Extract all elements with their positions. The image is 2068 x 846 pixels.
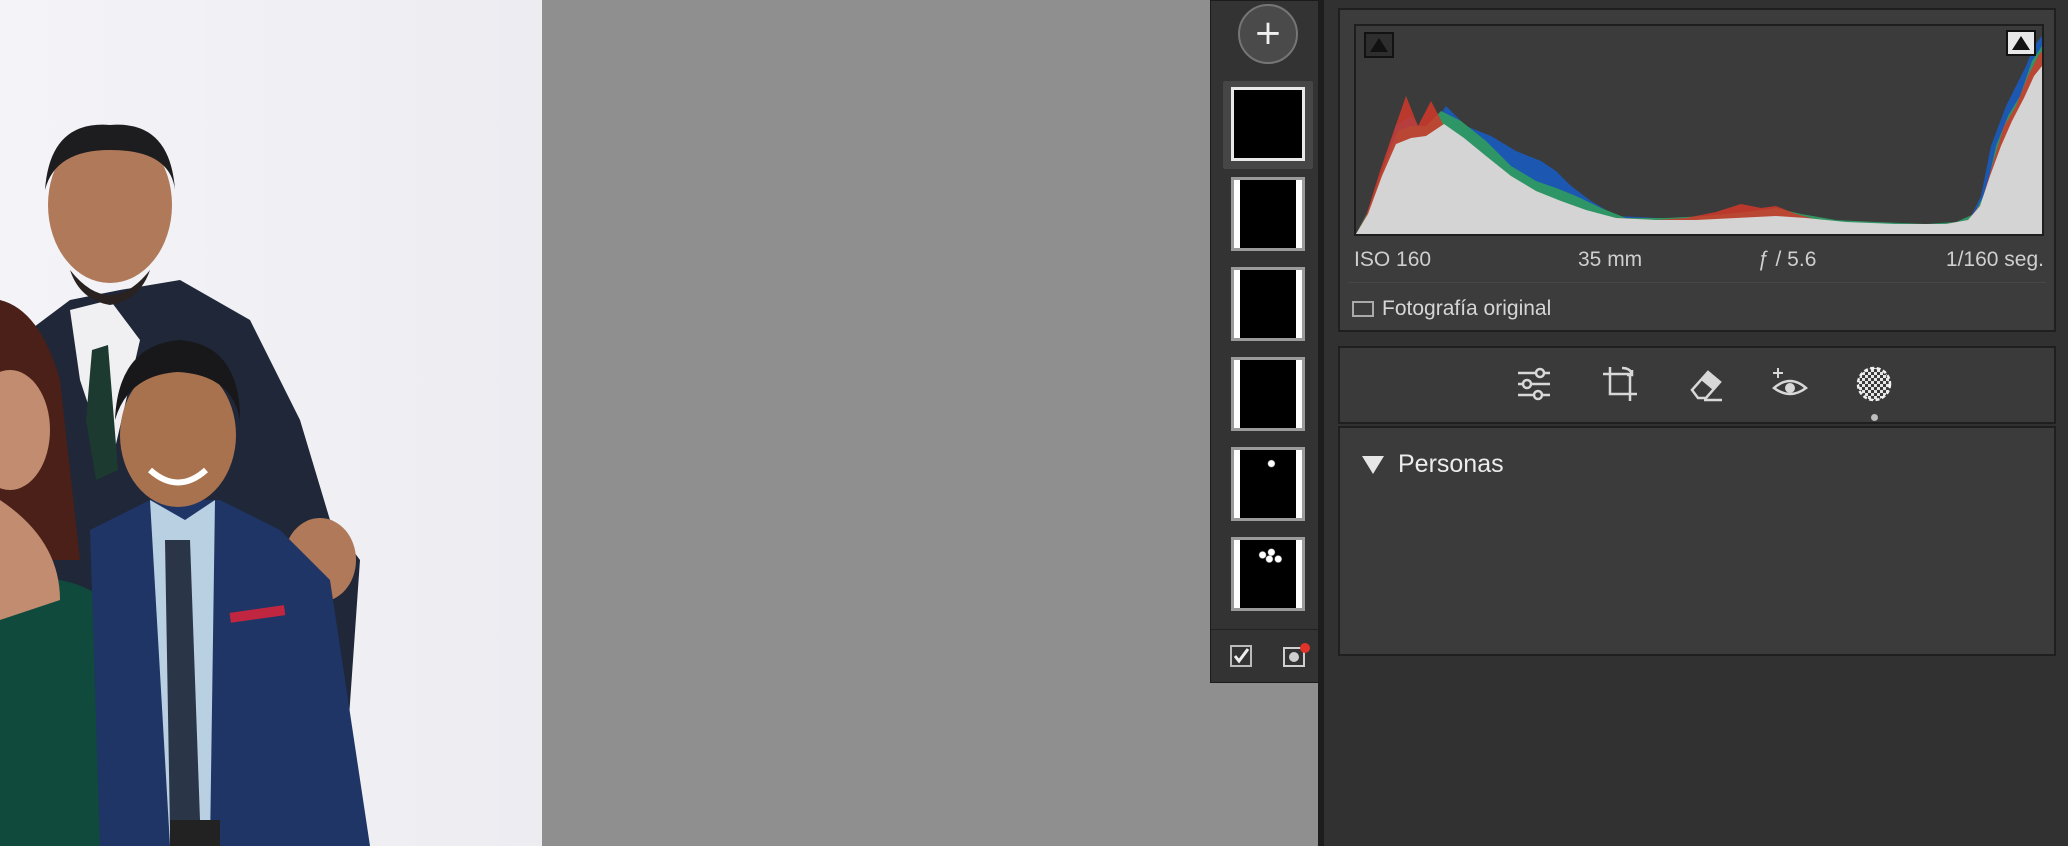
masking-button[interactable] [1852,362,1896,406]
mask-thumbnail [1231,87,1305,161]
photo-preview[interactable] [0,0,542,846]
edit-sliders-button[interactable] [1512,362,1556,406]
edit-tools-bar [1338,346,2056,424]
checkbox-icon[interactable] [1352,301,1374,317]
people-section-header[interactable]: Personas [1362,450,1504,479]
checkbox-icon[interactable] [1229,644,1253,668]
mask-strip-footer [1211,629,1323,682]
shadow-clipping-toggle[interactable] [1364,32,1394,58]
mask-thumbnail [1231,177,1305,251]
disclosure-triangle-icon[interactable] [1362,455,1384,474]
active-tool-indicator [1871,414,1878,421]
shutter-speed-value: 1/160 seg. [1945,248,2044,271]
focal-length-value: 35 mm [1578,248,1643,271]
original-photo-toggle[interactable]: Fotografía original [1352,292,1551,326]
mask-overlay-icon[interactable] [1281,642,1311,670]
family-photo [0,0,542,846]
triangle-icon [1370,38,1388,52]
mask-thumbnail [1231,447,1305,521]
crop-button[interactable] [1598,362,1642,406]
eraser-icon [1690,370,1722,402]
mask-thumb-1[interactable] [1223,81,1313,169]
mask-thumb-5[interactable] [1223,441,1313,529]
original-photo-label: Fotografía original [1382,297,1552,320]
mask-thumb-3[interactable] [1223,261,1313,349]
histogram-panel: ISO 160 35 mm ƒ / 5.6 1/160 seg. Fotogra… [1338,8,2056,332]
plus-icon: + [1253,13,1283,53]
aperture-value: ƒ / 5.6 [1758,248,1817,271]
divider [1348,282,2046,283]
crop-icon [1603,366,1637,401]
mask-thumb-2[interactable] [1223,171,1313,259]
mask-thumbnail [1231,267,1305,341]
histogram[interactable] [1354,24,2044,236]
mask-thumbnail [1231,537,1305,611]
triangle-icon [2012,36,2030,50]
mask-thumbnail [1231,357,1305,431]
edit-sliders-icon [1518,367,1550,401]
people-section-title: Personas [1398,450,1504,478]
iso-value: ISO 160 [1354,248,1432,271]
exif-info: ISO 160 35 mm ƒ / 5.6 1/160 seg. [1354,248,2044,278]
histogram-graph [1356,36,2042,234]
red-eye-icon [1772,368,1808,396]
mask-thumb-6[interactable] [1223,531,1313,619]
masks-panel: Personas [1338,426,2056,656]
masking-icon [1856,366,1892,402]
add-mask-button[interactable]: + [1238,4,1298,64]
mask-thumb-4[interactable] [1223,351,1313,439]
mask-list-strip: + [1210,0,1324,683]
highlight-clipping-toggle[interactable] [2006,30,2036,56]
red-eye-button[interactable] [1768,362,1812,406]
eraser-button[interactable] [1684,362,1728,406]
